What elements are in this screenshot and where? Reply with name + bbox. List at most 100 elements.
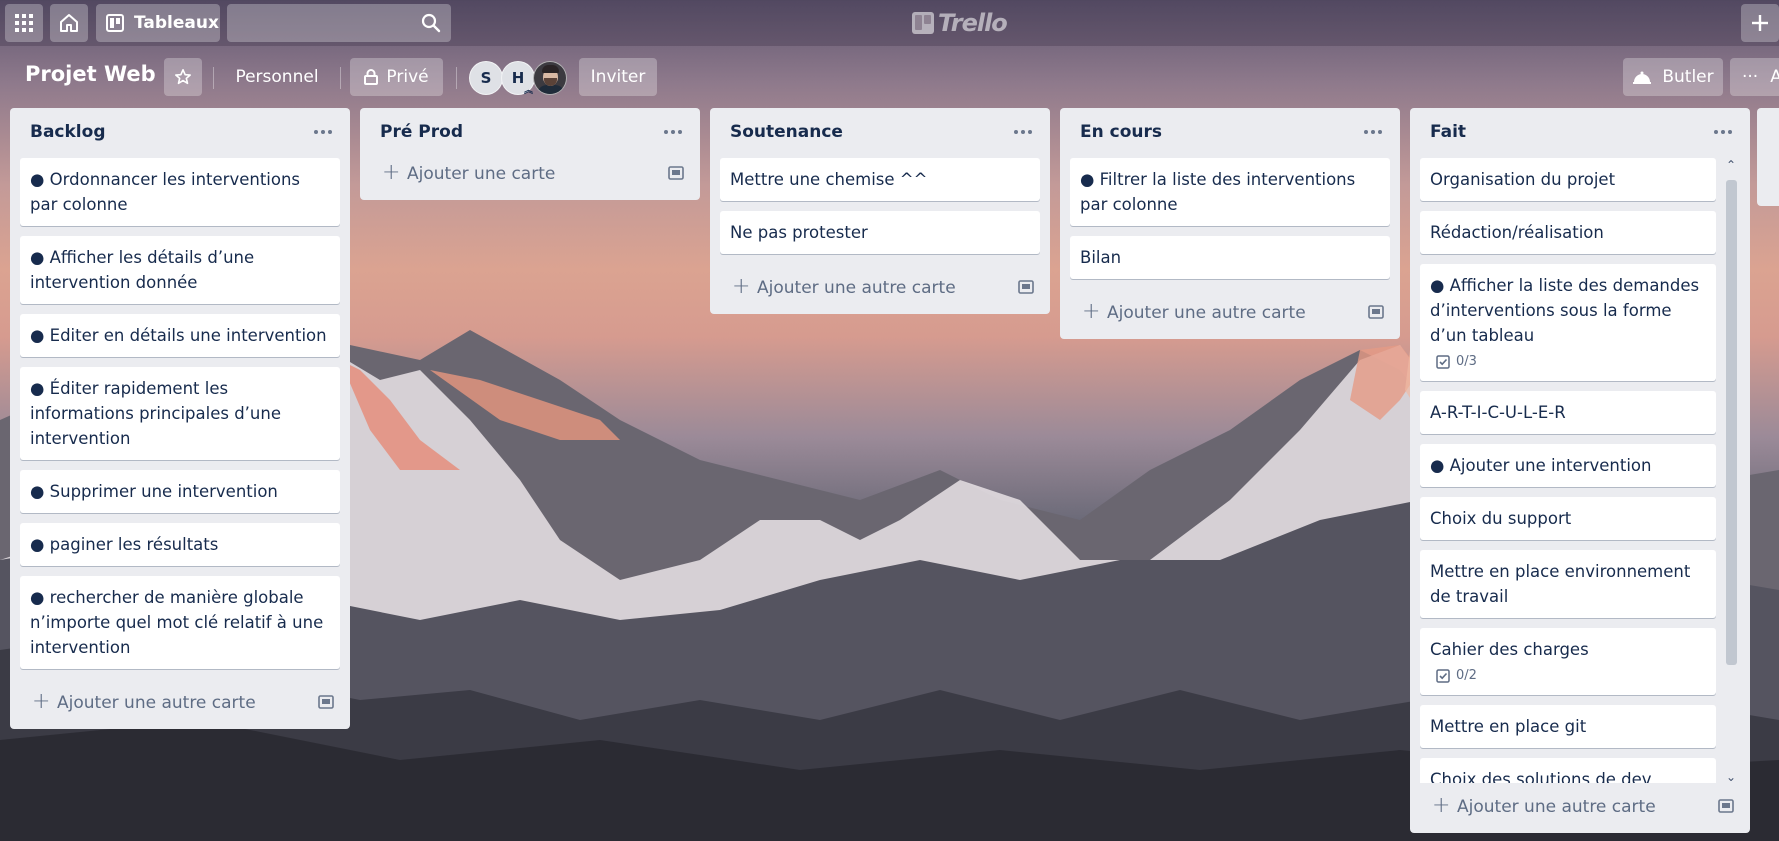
checklist-badge: 0/3 bbox=[1430, 352, 1706, 372]
apps-button[interactable] bbox=[5, 4, 43, 42]
card[interactable]: Bilan bbox=[1070, 236, 1390, 279]
card[interactable]: Choix des solutions de dev bbox=[1420, 758, 1716, 783]
list-header: Backlog bbox=[10, 108, 350, 158]
logo-text: Trello bbox=[938, 9, 1008, 37]
card-template-icon[interactable] bbox=[318, 695, 334, 709]
search-input[interactable] bbox=[227, 4, 451, 42]
home-icon bbox=[60, 14, 78, 32]
boards-label: Tableaux bbox=[134, 13, 219, 33]
card[interactable]: Rédaction/réalisation bbox=[1420, 211, 1716, 254]
list-header: Fait bbox=[1410, 108, 1750, 158]
avatar-photo[interactable] bbox=[533, 61, 567, 95]
top-header: Tableaux Trello bbox=[0, 0, 1779, 46]
plus-icon: + bbox=[1082, 299, 1101, 324]
card-template-icon[interactable] bbox=[1718, 799, 1734, 813]
card[interactable]: ● Supprimer une intervention bbox=[20, 470, 340, 513]
visibility-label: Privé bbox=[386, 67, 429, 87]
card[interactable]: ● Editer en détails une intervention bbox=[20, 314, 340, 357]
list-pre-prod: Pré Prod + Ajouter une carte bbox=[360, 108, 700, 200]
team-button[interactable]: Personnel bbox=[223, 58, 331, 96]
list-partial bbox=[1757, 108, 1779, 206]
list-title[interactable]: Fait bbox=[1430, 122, 1466, 142]
card[interactable]: ● Ordonnancer les interventions par colo… bbox=[20, 158, 340, 226]
add-card-button[interactable]: + Ajouter une autre carte bbox=[1060, 289, 1400, 339]
list-menu-icon[interactable] bbox=[1710, 122, 1736, 142]
card[interactable]: ● Afficher les détails d’une interventio… bbox=[20, 236, 340, 304]
card[interactable]: ● Afficher la liste des demandes d’inter… bbox=[1420, 264, 1716, 381]
card-template-icon[interactable] bbox=[1368, 305, 1384, 319]
board-title[interactable]: Projet Web bbox=[25, 58, 156, 90]
add-card-label: Ajouter une autre carte bbox=[1457, 797, 1656, 817]
trello-logo[interactable]: Trello bbox=[912, 8, 1008, 38]
list-menu-icon[interactable] bbox=[1360, 122, 1386, 142]
scroll-down-icon[interactable]: ⌄ bbox=[1724, 770, 1738, 784]
card[interactable]: ● Ajouter une intervention bbox=[1420, 444, 1716, 487]
checklist-count: 0/3 bbox=[1456, 354, 1477, 369]
list-title[interactable]: Pré Prod bbox=[380, 122, 463, 142]
invite-button[interactable]: Inviter bbox=[579, 58, 657, 96]
star-icon bbox=[174, 68, 192, 85]
show-menu-button[interactable]: ··· A bbox=[1730, 58, 1779, 96]
butler-button[interactable]: Butler bbox=[1623, 58, 1723, 96]
trello-logo-icon bbox=[912, 12, 934, 34]
card[interactable]: ● paginer les résultats bbox=[20, 523, 340, 566]
card[interactable]: Mettre en place git bbox=[1420, 705, 1716, 748]
card[interactable]: ● rechercher de manière globale n’import… bbox=[20, 576, 340, 669]
add-card-button[interactable]: + Ajouter une carte bbox=[360, 150, 700, 200]
list-scrollbar[interactable]: ⌃ ⌄ bbox=[1724, 158, 1738, 784]
card[interactable]: Mettre une chemise ^^ bbox=[720, 158, 1040, 201]
invite-label: Inviter bbox=[590, 67, 646, 87]
admin-chevron-icon: ︽ bbox=[524, 86, 534, 96]
avatar[interactable]: S bbox=[469, 61, 503, 95]
card[interactable]: ● Filtrer la liste des interventions par… bbox=[1070, 158, 1390, 226]
divider bbox=[213, 67, 214, 89]
list-menu-icon[interactable] bbox=[310, 122, 336, 142]
butler-label: Butler bbox=[1662, 67, 1714, 87]
butler-bell-icon bbox=[1633, 71, 1652, 84]
list-soutenance: Soutenance Mettre une chemise ^^ Ne pas … bbox=[710, 108, 1050, 314]
boards-button[interactable]: Tableaux bbox=[96, 4, 220, 42]
apps-grid-icon bbox=[15, 14, 33, 32]
card[interactable]: Organisation du projet bbox=[1420, 158, 1716, 201]
add-card-button[interactable]: + Ajouter une autre carte bbox=[1410, 783, 1750, 833]
list-menu-icon[interactable] bbox=[1010, 122, 1036, 142]
add-card-label: Ajouter une carte bbox=[407, 164, 556, 184]
plus-icon: + bbox=[382, 160, 401, 185]
list-title[interactable]: Soutenance bbox=[730, 122, 843, 142]
card-template-icon[interactable] bbox=[668, 166, 684, 180]
list-title[interactable]: En cours bbox=[1080, 122, 1162, 142]
card[interactable]: ● Éditer rapidement les informations pri… bbox=[20, 367, 340, 460]
add-card-label: Ajouter une autre carte bbox=[57, 693, 256, 713]
divider bbox=[456, 67, 457, 89]
checklist-badge: 0/2 bbox=[1430, 666, 1706, 686]
add-card-button[interactable]: + Ajouter une autre carte bbox=[710, 264, 1050, 314]
plus-icon: + bbox=[732, 274, 751, 299]
show-menu-label: A bbox=[1770, 67, 1779, 87]
home-button[interactable] bbox=[50, 4, 88, 42]
create-button[interactable] bbox=[1741, 4, 1779, 42]
card[interactable]: Choix du support bbox=[1420, 497, 1716, 540]
list-menu-icon[interactable] bbox=[660, 122, 686, 142]
card[interactable]: Ne pas protester bbox=[720, 211, 1040, 254]
boards-icon bbox=[106, 14, 124, 32]
star-button[interactable] bbox=[164, 58, 202, 96]
list-header: En cours bbox=[1060, 108, 1400, 158]
plus-icon: + bbox=[1432, 793, 1451, 818]
list-cards-scroll[interactable]: Organisation du projet Rédaction/réalisa… bbox=[1410, 158, 1750, 783]
list-fait: Fait Organisation du projet Rédaction/ré… bbox=[1410, 108, 1750, 833]
card-template-icon[interactable] bbox=[1018, 280, 1034, 294]
plus-icon bbox=[1752, 15, 1768, 31]
visibility-button[interactable]: Privé bbox=[350, 58, 443, 96]
card-title: ● Afficher la liste des demandes d’inter… bbox=[1430, 276, 1700, 345]
add-card-button[interactable]: + Ajouter une autre carte bbox=[10, 679, 350, 729]
card[interactable]: Cahier des charges 0/2 bbox=[1420, 628, 1716, 695]
card[interactable]: A-R-T-I-C-U-L-E-R bbox=[1420, 391, 1716, 434]
scroll-up-icon[interactable]: ⌃ bbox=[1724, 158, 1738, 172]
checklist-icon bbox=[1436, 355, 1450, 369]
scrollbar-thumb[interactable] bbox=[1726, 180, 1737, 665]
team-label: Personnel bbox=[235, 67, 319, 87]
list-header: Soutenance bbox=[710, 108, 1050, 158]
card[interactable]: Mettre en place environnement de travail bbox=[1420, 550, 1716, 618]
list-title[interactable]: Backlog bbox=[30, 122, 106, 142]
card-title: Cahier des charges bbox=[1430, 640, 1589, 659]
